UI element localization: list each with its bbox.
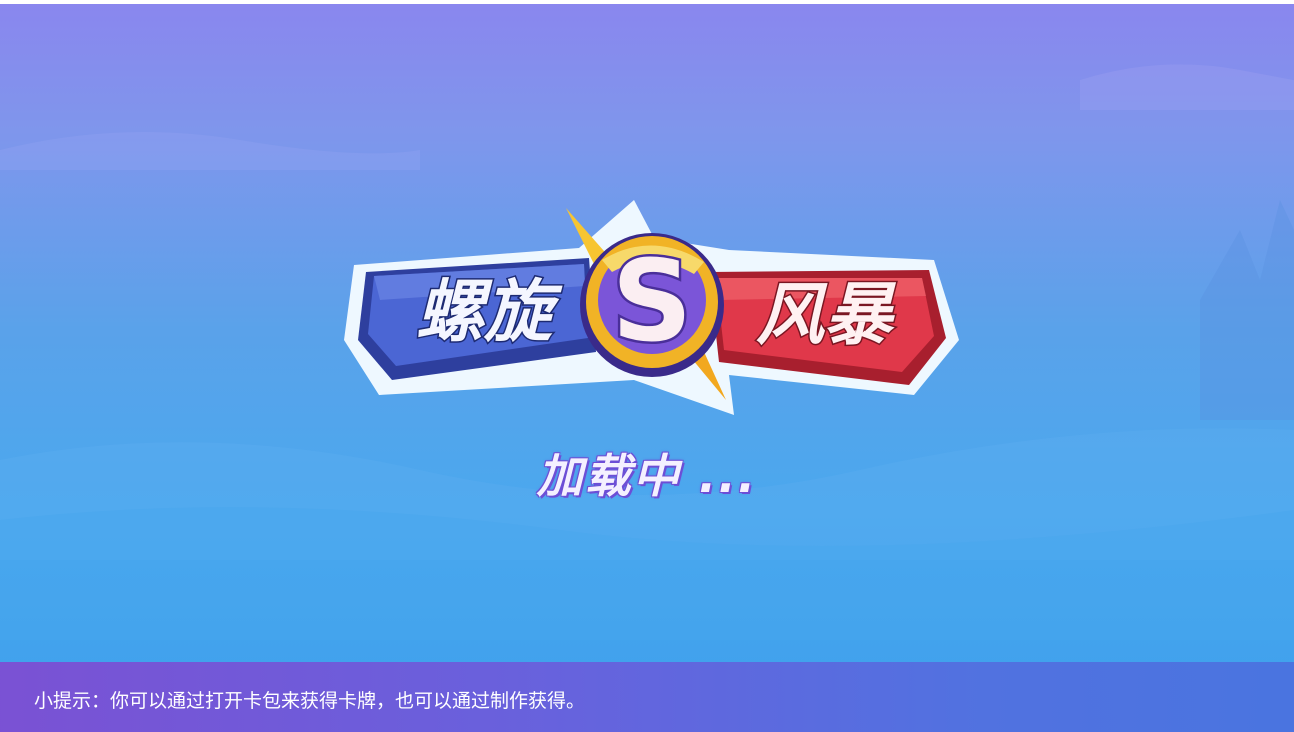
logo-emblem-letter: S (612, 237, 693, 367)
loading-screen: 螺旋 S 风暴 加载中 ... 小提示：你可以通过打开卡包来获得卡牌，也可以通过… (0, 0, 1294, 732)
tip-label: 小提示 (34, 690, 92, 712)
loading-tip: 小提示：你可以通过打开卡包来获得卡牌，也可以通过制作获得。 (34, 686, 585, 713)
tip-separator: ： (91, 690, 111, 712)
logo-title-right: 风暴 (756, 276, 897, 355)
game-logo: 螺旋 S 风暴 (344, 200, 959, 415)
loading-text: 加载中 ... (536, 449, 758, 503)
logo-title-left: 螺旋 (416, 273, 563, 352)
tip-body: 你可以通过打开卡包来获得卡牌，也可以通过制作获得。 (110, 690, 586, 712)
